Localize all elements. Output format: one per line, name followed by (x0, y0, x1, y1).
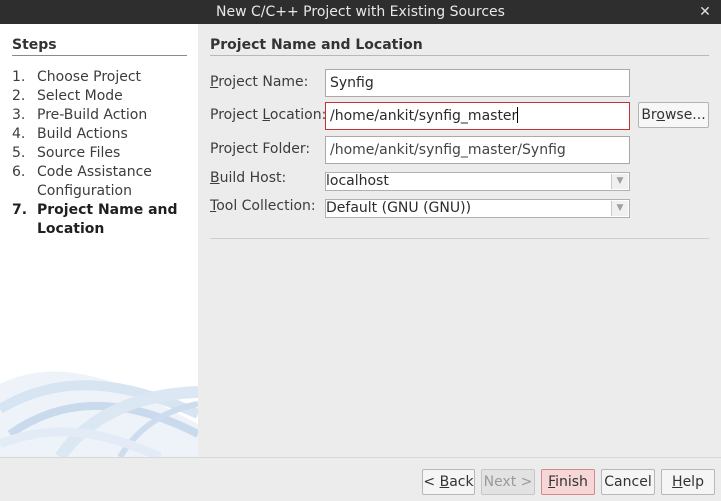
project-location-field[interactable]: /home/ankit/synfig_master (325, 102, 630, 130)
step-number: 7. (12, 202, 28, 218)
step-label: Pre-Build Action (37, 107, 148, 123)
panel-divider (210, 55, 709, 56)
button-text: Br (641, 107, 657, 123)
mnemonic: B (439, 474, 450, 490)
step-item: 6. Code Assistance Configuration (12, 163, 192, 201)
steps-panel: Steps 1. Choose Project 2. Select Mode 3. P… (0, 24, 198, 457)
build-host-value: localhost (326, 173, 389, 189)
step-number: 6. (12, 164, 26, 180)
step-item: 4. Build Actions (12, 125, 192, 144)
window-title: New C/C++ Project with Existing Sources (216, 4, 505, 20)
project-name-label: Project Name: (210, 74, 308, 90)
step-number: 4. (12, 126, 26, 142)
text-caret (517, 107, 519, 123)
button-text: ack (449, 474, 474, 490)
step-item: 3. Pre-Build Action (12, 106, 192, 125)
dialog-footer: < Back Next > Finish Cancel Help (0, 457, 721, 501)
project-folder-field: /home/ankit/synfig_master/Synfig (325, 136, 630, 164)
chevron-down-icon[interactable]: ▼ (611, 201, 628, 216)
button-text: inish (555, 474, 588, 490)
chevron-down-icon[interactable]: ▼ (611, 174, 628, 189)
back-button[interactable]: < Back (422, 469, 475, 495)
step-number: 3. (12, 107, 26, 123)
step-number: 2. (12, 88, 26, 104)
step-item: 1. Choose Project (12, 68, 192, 87)
step-label: Select Mode (37, 88, 123, 104)
mnemonic: o (656, 107, 665, 123)
label-text: roject Name: (218, 74, 309, 90)
button-text: < (423, 474, 440, 490)
label-text: ool Collection: (216, 198, 316, 214)
project-location-label: Project Location: (210, 107, 326, 123)
label-text: uild Host: (219, 170, 287, 186)
tool-collection-label: Tool Collection: (210, 198, 316, 214)
step-item: 5. Source Files (12, 144, 192, 163)
button-text: elp (682, 474, 704, 490)
steps-divider (12, 55, 187, 56)
next-button[interactable]: Next > (481, 469, 535, 495)
steps-heading: Steps (12, 37, 57, 53)
build-host-select[interactable]: localhost ▼ (325, 172, 630, 191)
step-label: Project Name and Location (37, 202, 178, 237)
step-label: Code Assistance Configuration (37, 164, 152, 199)
panel-heading: Project Name and Location (210, 37, 423, 53)
close-icon[interactable]: ✕ (697, 0, 713, 24)
step-label: Choose Project (37, 69, 142, 85)
label-text: Project (210, 107, 263, 123)
project-name-field[interactable]: Synfig (325, 69, 630, 97)
mnemonic: L (262, 107, 270, 123)
build-host-label: Build Host: (210, 170, 286, 186)
step-label: Source Files (37, 145, 121, 161)
step-number: 5. (12, 145, 26, 161)
mnemonic: B (210, 170, 220, 186)
browse-button[interactable]: Browse... (638, 102, 709, 128)
help-button[interactable]: Help (661, 469, 715, 495)
step-item: 2. Select Mode (12, 87, 192, 106)
step-item-active: 7. Project Name and Location (12, 201, 192, 239)
mnemonic: P (210, 74, 219, 90)
mnemonic: H (672, 474, 683, 490)
finish-button[interactable]: Finish (541, 469, 595, 495)
label-text: ocation: (269, 107, 327, 123)
tool-collection-select[interactable]: Default (GNU (GNU)) ▼ (325, 199, 630, 218)
decorative-swoosh-graphic (0, 371, 198, 457)
steps-list: 1. Choose Project 2. Select Mode 3. Pre-Bui… (12, 68, 192, 239)
button-text: wse... (664, 107, 706, 123)
window-titlebar: New C/C++ Project with Existing Sources … (0, 0, 721, 24)
project-folder-label: Project Folder: (210, 141, 311, 157)
section-separator (210, 238, 709, 239)
tool-collection-value: Default (GNU (GNU)) (326, 200, 472, 216)
step-label: Build Actions (37, 126, 128, 142)
main-panel: Project Name and Location Project Name: … (198, 24, 721, 457)
cancel-button[interactable]: Cancel (601, 469, 655, 495)
step-number: 1. (12, 69, 26, 85)
project-location-value: /home/ankit/synfig_master (330, 108, 518, 124)
